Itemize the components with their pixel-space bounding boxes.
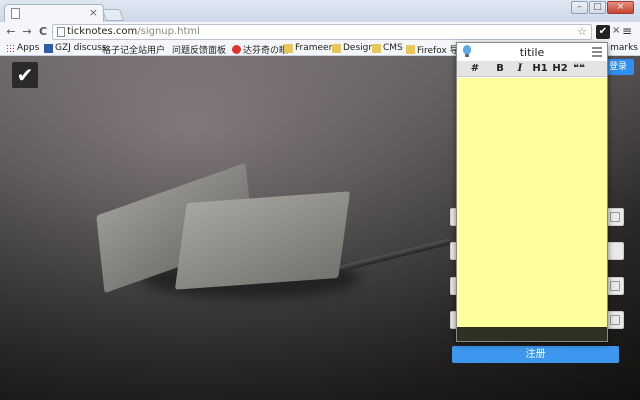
background-photo-notebook — [96, 162, 360, 298]
ticknotes-logo: ✔ — [12, 62, 38, 88]
bookmark-apps[interactable]: Apps — [6, 43, 39, 53]
field-icon — [610, 212, 620, 222]
bookmark-gezi-users[interactable]: 格子记全站用户 — [102, 43, 165, 55]
note-title[interactable]: titile — [487, 46, 577, 59]
browser-tab[interactable]: × — [4, 4, 104, 22]
note-textarea[interactable] — [457, 78, 607, 327]
field-icon — [610, 315, 620, 325]
quote-button[interactable]: ❝❝ — [571, 62, 587, 76]
bold-button[interactable]: B — [492, 62, 508, 76]
lightbulb-icon[interactable] — [462, 45, 472, 58]
heading-hash-button[interactable]: # — [467, 62, 483, 76]
bookmark-folder-design[interactable]: Design — [332, 43, 374, 53]
new-tab-button[interactable] — [101, 9, 125, 21]
extension-close-icon[interactable]: × — [612, 25, 620, 36]
lightbulb-glass — [463, 45, 471, 54]
maximize-button[interactable]: □ — [589, 1, 606, 14]
forward-button[interactable]: → — [20, 25, 34, 39]
back-button[interactable]: ← — [4, 25, 18, 39]
folder-icon — [284, 43, 293, 53]
close-window-button[interactable]: × — [607, 1, 634, 14]
url-text[interactable]: ticknotes.com/signup.html — [67, 26, 200, 37]
notebook-right-page — [174, 191, 351, 290]
url-host: ticknotes.com — [67, 26, 138, 37]
other-bookmarks[interactable]: marks — [610, 43, 638, 53]
bookmark-folder-cms[interactable]: CMS — [372, 43, 403, 53]
minimize-button[interactable]: – — [571, 1, 588, 14]
italic-button[interactable]: I — [512, 62, 528, 76]
folder-icon — [406, 45, 415, 54]
bookmark-feedback-panel[interactable]: 问题反馈面板 — [172, 43, 226, 55]
heading1-button[interactable]: H1 — [532, 62, 548, 76]
note-list-icon[interactable] — [592, 47, 602, 57]
lightbulb-base — [465, 54, 469, 57]
folder-icon — [372, 43, 381, 53]
browser-toolbar: ← → C ticknotes.com/signup.html ☆ ✔ × ≡ — [0, 22, 640, 42]
window-controls: – □ × — [571, 1, 634, 14]
bookmark-site-icon — [44, 43, 53, 53]
folder-icon — [332, 43, 341, 53]
tab-close-icon[interactable]: × — [89, 6, 98, 19]
register-button[interactable]: 注册 — [452, 346, 619, 363]
window-titlebar: × – □ × — [0, 0, 640, 22]
note-format-toolbar: # B I H1 H2 ❝❝ — [457, 61, 607, 77]
bookmark-folder-frameer[interactable]: Frameer — [284, 43, 332, 53]
sticky-note-popup: titile # B I H1 H2 ❝❝ — [456, 42, 608, 342]
bookmark-gzj-discuss[interactable]: GZJ discuss — [44, 43, 107, 53]
pin-icon — [232, 45, 241, 54]
note-footer — [457, 327, 607, 341]
heading2-button[interactable]: H2 — [552, 62, 568, 76]
bookmark-davinci-eye[interactable]: 达芬奇の眼 — [232, 43, 288, 55]
note-header: titile — [457, 43, 607, 61]
bookmark-star-icon[interactable]: ☆ — [577, 25, 587, 38]
field-icon — [610, 281, 620, 291]
page-icon — [11, 8, 20, 19]
reload-button[interactable]: C — [36, 25, 50, 39]
address-bar[interactable]: ticknotes.com/signup.html ☆ — [52, 24, 592, 40]
ticknotes-extension-button[interactable]: ✔ — [596, 25, 610, 39]
apps-icon — [6, 43, 15, 53]
url-path: /signup.html — [137, 26, 200, 37]
page-icon — [57, 27, 65, 37]
browser-menu-button[interactable]: ≡ — [622, 24, 632, 38]
